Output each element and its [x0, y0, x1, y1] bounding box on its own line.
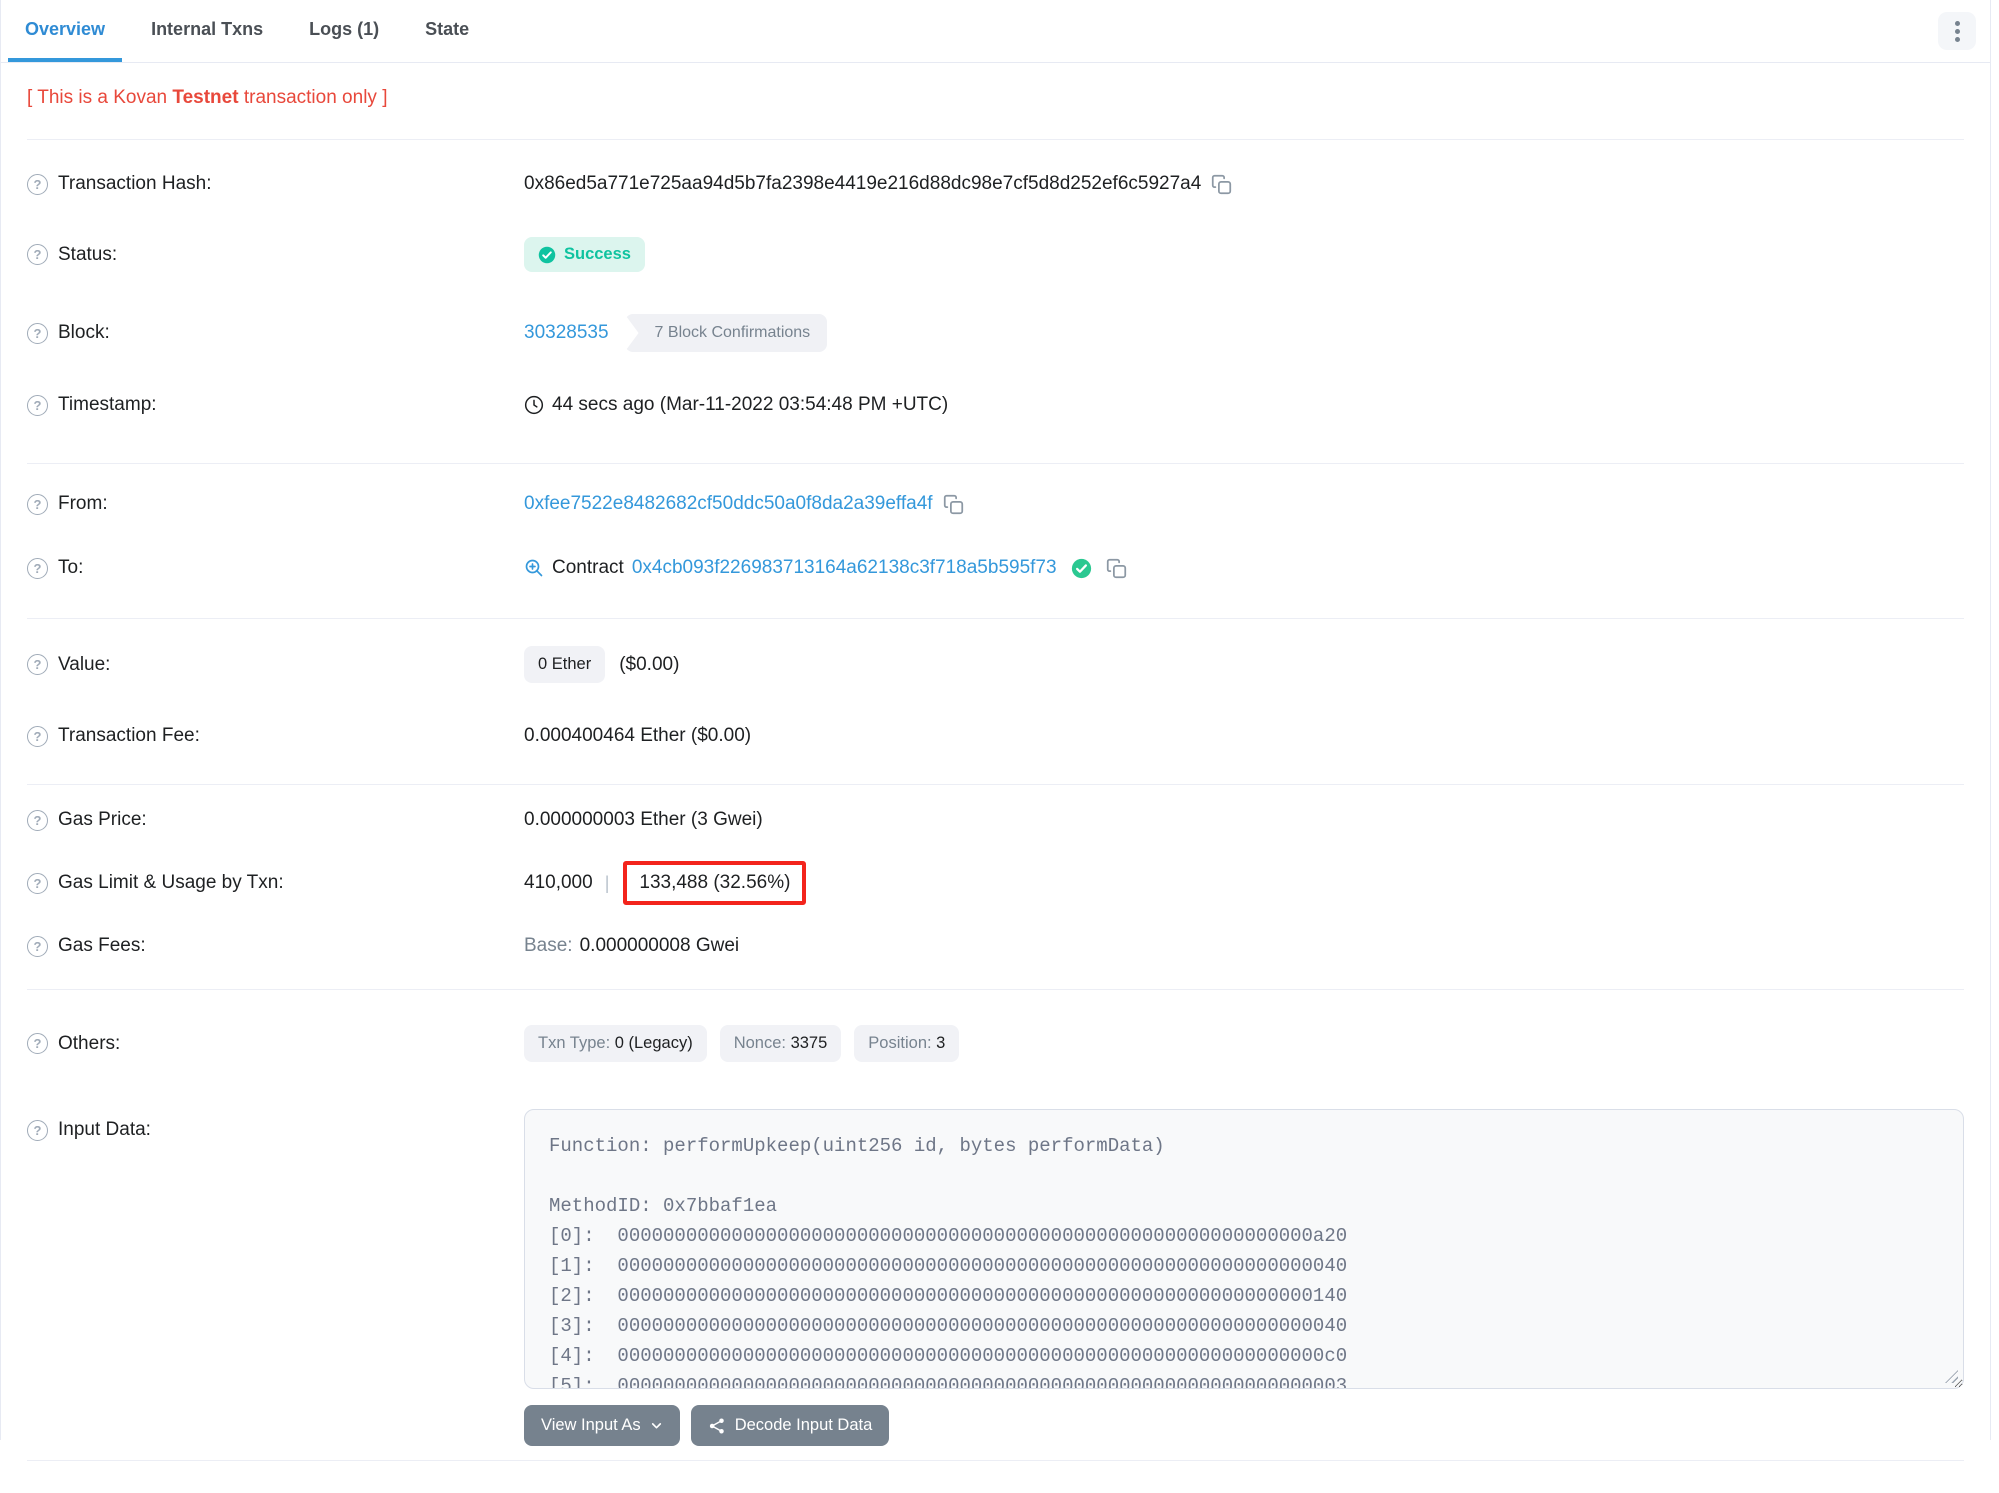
help-icon[interactable]: ?: [27, 493, 48, 515]
from-label: From:: [58, 493, 108, 514]
transaction-card: Overview Internal Txns Logs (1) State [ …: [0, 0, 1991, 1461]
input-data-textarea[interactable]: Function: performUpkeep(uint256 id, byte…: [524, 1109, 1964, 1389]
gas-fees-base-label: Base:: [524, 935, 573, 956]
gas-usage-value: 133,488 (32.56%): [639, 872, 791, 893]
row-status: ? Status: Success: [27, 216, 1964, 293]
help-icon[interactable]: ?: [27, 654, 48, 675]
row-to: ? To: Contract 0x4cb093f226983713164a621…: [27, 536, 1964, 600]
gas-limit-label: Gas Limit & Usage by Txn:: [58, 872, 284, 893]
clock-icon: [524, 395, 544, 415]
help-icon[interactable]: ?: [27, 173, 48, 195]
more-options-button[interactable]: [1938, 12, 1976, 50]
row-transaction-hash: ? Transaction Hash: 0x86ed5a771e725aa94d…: [27, 152, 1964, 216]
tab-state[interactable]: State: [408, 0, 486, 62]
status-badge: Success: [524, 237, 645, 272]
input-data-arg-line: [3]: 00000000000000000000000000000000000…: [549, 1315, 1348, 1337]
row-value: ? Value: 0 Ether ($0.00): [27, 625, 1964, 704]
row-others: ? Others: Txn Type: 0 (Legacy) Nonce: 33…: [27, 1004, 1964, 1083]
help-icon[interactable]: ?: [27, 725, 48, 747]
transaction-fee-value: 0.000400464 Ether ($0.00): [524, 725, 752, 746]
nonce-badge: Nonce: 3375: [719, 1025, 842, 1062]
value-usd: ($0.00): [619, 653, 680, 675]
input-data-arg-line: [0]: 00000000000000000000000000000000000…: [549, 1225, 1348, 1247]
row-timestamp: ? Timestamp: 44 secs ago (Mar-11-2022 03…: [27, 373, 1964, 437]
row-block: ? Block: 30328535 7 Block Confirmations: [27, 293, 1964, 373]
gas-price-label: Gas Price:: [58, 809, 147, 830]
to-address-link[interactable]: 0x4cb093f226983713164a62138c3f718a5b595f…: [632, 557, 1057, 579]
others-label: Others:: [58, 1032, 121, 1054]
gas-usage-highlight-box: 133,488 (32.56%): [623, 861, 807, 905]
tab-overview[interactable]: Overview: [8, 0, 123, 62]
gas-fees-label: Gas Fees:: [58, 935, 146, 956]
copy-from-button[interactable]: [943, 494, 964, 515]
block-number-link[interactable]: 30328535: [524, 322, 609, 344]
input-data-arg-line: [1]: 00000000000000000000000000000000000…: [549, 1255, 1348, 1277]
transaction-fee-label: Transaction Fee:: [58, 725, 200, 746]
tab-internal-txns[interactable]: Internal Txns: [134, 0, 280, 62]
row-gas-limit-usage: ? Gas Limit & Usage by Txn: 410,000 | 13…: [27, 852, 1964, 914]
status-label: Status:: [58, 243, 118, 265]
input-data-arg-line: [4]: 00000000000000000000000000000000000…: [549, 1345, 1348, 1367]
txn-type-badge: Txn Type: 0 (Legacy): [524, 1025, 707, 1062]
chevron-down-icon: [651, 1423, 661, 1429]
copy-to-button[interactable]: [1106, 558, 1127, 579]
copy-icon: [943, 494, 963, 514]
help-icon[interactable]: ?: [27, 1033, 48, 1054]
transaction-hash-value: 0x86ed5a771e725aa94d5b7fa2398e4419e216d8…: [524, 173, 1202, 194]
transaction-hash-label: Transaction Hash:: [58, 173, 212, 194]
timestamp-value: 44 secs ago (Mar-11-2022 03:54:48 PM +UT…: [552, 394, 949, 415]
verified-contract-icon: [1071, 558, 1091, 578]
tab-bar: Overview Internal Txns Logs (1) State: [1, 0, 1990, 63]
tab-logs[interactable]: Logs (1): [292, 0, 396, 62]
row-transaction-fee: ? Transaction Fee: 0.000400464 Ether ($0…: [27, 704, 1964, 768]
row-from: ? From: 0xfee7522e8482682cf50ddc50a0f8da…: [27, 472, 1964, 536]
input-data-label: Input Data:: [58, 1119, 151, 1140]
pipe-separator: |: [604, 872, 610, 893]
help-icon[interactable]: ?: [27, 935, 48, 957]
gas-fees-base-value: 0.000000008 Gwei: [579, 935, 740, 956]
share-nodes-icon: [709, 1418, 724, 1433]
help-icon[interactable]: ?: [27, 244, 48, 265]
copy-icon: [1212, 174, 1232, 194]
row-gas-price: ? Gas Price: 0.000000003 Ether (3 Gwei): [27, 788, 1964, 852]
help-icon[interactable]: ?: [27, 394, 48, 416]
input-data-arg-line: [5]: 00000000000000000000000000000000000…: [549, 1375, 1348, 1389]
help-icon[interactable]: ?: [27, 322, 48, 344]
testnet-warning: [ This is a Kovan Testnet transaction on…: [27, 87, 388, 108]
copy-icon: [1106, 558, 1126, 578]
help-icon[interactable]: ?: [27, 557, 48, 579]
gas-limit-value: 410,000: [524, 872, 593, 893]
help-icon[interactable]: ?: [27, 872, 48, 894]
from-address-link[interactable]: 0xfee7522e8482682cf50ddc50a0f8da2a39effa…: [524, 493, 933, 515]
zoom-in-icon[interactable]: [524, 558, 544, 578]
copy-hash-button[interactable]: [1211, 174, 1232, 195]
block-confirmations-badge: 7 Block Confirmations: [624, 314, 828, 352]
block-label: Block:: [58, 322, 110, 343]
help-icon[interactable]: ?: [27, 809, 48, 831]
row-input-data: ? Input Data: Function: performUpkeep(ui…: [27, 1083, 1964, 1389]
success-check-icon: [538, 246, 556, 263]
row-gas-fees: ? Gas Fees: Base: 0.000000008 Gwei: [27, 914, 1964, 978]
input-data-methodid-line: MethodID: 0x7bbaf1ea: [549, 1195, 778, 1217]
input-data-arg-line: [2]: 00000000000000000000000000000000000…: [549, 1285, 1348, 1307]
to-contract-word: Contract: [552, 557, 624, 578]
input-data-function-line: Function: performUpkeep(uint256 id, byte…: [549, 1135, 1165, 1157]
value-label: Value:: [58, 653, 111, 675]
position-badge: Position: 3: [854, 1025, 960, 1062]
gas-price-value: 0.000000003 Ether (3 Gwei): [524, 809, 763, 830]
to-label: To:: [58, 557, 84, 578]
help-icon[interactable]: ?: [27, 1119, 48, 1141]
value-amount-badge: 0 Ether: [524, 646, 606, 683]
timestamp-label: Timestamp:: [58, 394, 157, 415]
kebab-icon: [1954, 20, 1960, 26]
